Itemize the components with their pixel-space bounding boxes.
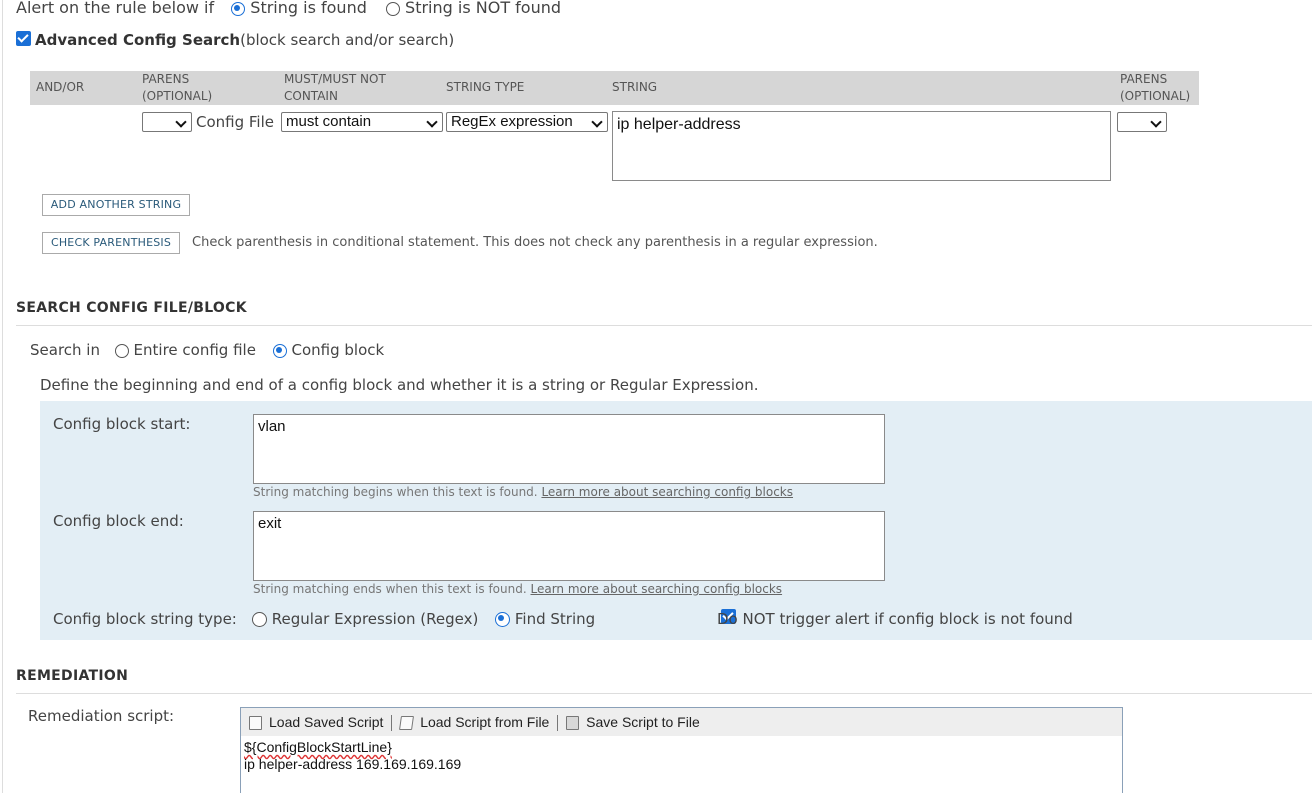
header-string: STRING — [612, 80, 658, 94]
script-textarea[interactable]: ${ConfigBlockStartLine} ip helper-addres… — [241, 736, 1122, 776]
config-block-end-hint: String matching ends when this text is f… — [253, 582, 783, 596]
config-block-end-label: Config block end: — [53, 512, 184, 530]
regex-label: Regular Expression (Regex) — [271, 610, 479, 628]
header-must-line1: MUST/MUST NOT — [284, 72, 386, 86]
save-script-to-file-button[interactable]: Save Script to File — [566, 714, 700, 731]
header-parens-close-line2: (OPTIONAL) — [1120, 89, 1191, 103]
string-type-select[interactable]: RegEx expression — [446, 112, 608, 132]
parens-open-select[interactable] — [142, 112, 192, 132]
search-config-section-title: SEARCH CONFIG FILE/BLOCK — [16, 300, 247, 316]
load-saved-script-button[interactable]: Load Saved Script — [249, 714, 387, 731]
string-found-label: String is found — [250, 0, 367, 17]
config-block-string-type-label: Config block string type: — [53, 610, 237, 628]
string-type-options: Regular Expression (Regex) Find String — [252, 610, 595, 628]
string-not-found-radio[interactable] — [385, 1, 400, 16]
remediation-section-title: REMEDIATION — [16, 668, 129, 684]
no-trigger-label: Do NOT trigger alert if config block is … — [717, 610, 1073, 628]
header-parens-close-line1: PARENS — [1120, 72, 1168, 86]
string-input[interactable]: ip helper-address — [612, 111, 1111, 181]
search-in-row: Search in Entire config file Config bloc… — [30, 341, 384, 359]
advanced-config-title: Advanced Config Search — [35, 31, 241, 49]
chevron-down-icon — [591, 116, 603, 128]
section-divider — [16, 325, 1312, 326]
check-parenthesis-button[interactable]: CHECK PARENTHESIS — [42, 232, 180, 254]
remediation-script-editor: Load Saved Script Load Script from File … — [240, 707, 1123, 793]
header-parens-close: PARENS (OPTIONAL) — [1120, 71, 1190, 105]
config-block-start-label: Config block start: — [53, 415, 191, 433]
chevron-down-icon — [175, 116, 187, 128]
chevron-down-icon — [426, 116, 438, 128]
parens-close-select[interactable] — [1117, 112, 1167, 132]
config-block-label: Config block — [291, 341, 385, 359]
must-contain-select[interactable]: must contain — [281, 112, 443, 132]
string-not-found-label: String is NOT found — [405, 0, 562, 17]
config-block-end-input[interactable]: exit — [253, 511, 885, 581]
header-and-or: AND/OR — [36, 80, 85, 94]
section-divider — [16, 693, 1312, 694]
entire-config-label: Entire config file — [133, 341, 256, 359]
header-parens-open-line1: PARENS — [142, 72, 190, 86]
config-block-description: Define the beginning and end of a config… — [40, 376, 759, 394]
advanced-config-subtitle: (block search and/or search) — [240, 31, 455, 49]
alert-rule-label: Alert on the rule below if — [16, 0, 215, 17]
find-string-label: Find String — [514, 610, 596, 628]
script-line-1: ${ConfigBlockStartLine} — [244, 739, 392, 755]
alert-rule-row: Alert on the rule below if String is fou… — [16, 0, 561, 17]
regex-radio[interactable] — [252, 612, 267, 627]
chevron-down-icon — [1150, 116, 1162, 128]
advanced-config-title-row: Advanced Config Search(block search and/… — [35, 31, 454, 49]
toolbar-separator — [557, 715, 559, 732]
search-in-label: Search in — [30, 341, 100, 359]
page-left-border — [2, 0, 3, 793]
header-parens-open-line2: (OPTIONAL) — [142, 89, 213, 103]
config-block-start-input[interactable]: vlan — [253, 414, 885, 484]
toolbar-separator — [391, 715, 393, 732]
header-parens-open: PARENS (OPTIONAL) — [142, 71, 212, 105]
add-another-string-button[interactable]: ADD ANOTHER STRING — [42, 194, 190, 216]
header-must-line2: CONTAIN — [284, 89, 338, 103]
header-must-contain: MUST/MUST NOT CONTAIN — [284, 71, 386, 105]
script-line-2: ip helper-address 169.169.169.169 — [244, 756, 462, 772]
learn-more-link[interactable]: Learn more about searching config blocks — [531, 582, 783, 596]
config-file-label: Config File — [196, 113, 274, 131]
advanced-config-checkbox[interactable] — [16, 31, 31, 46]
string-found-radio[interactable] — [231, 1, 246, 16]
entire-config-radio[interactable] — [114, 343, 129, 358]
remediation-script-label: Remediation script: — [28, 707, 175, 725]
save-disk-icon — [566, 716, 580, 731]
script-toolbar: Load Saved Script Load Script from File … — [241, 708, 1122, 736]
load-script-from-file-button[interactable]: Load Script from File — [399, 714, 553, 731]
config-block-radio[interactable] — [272, 343, 287, 358]
open-file-icon — [399, 716, 415, 731]
header-string-type: STRING TYPE — [446, 80, 525, 94]
find-string-radio[interactable] — [495, 612, 511, 627]
learn-more-link[interactable]: Learn more about searching config blocks — [541, 485, 793, 499]
config-block-start-hint: String matching begins when this text is… — [253, 485, 794, 499]
document-icon — [249, 716, 262, 731]
check-parenthesis-hint: Check parenthesis in conditional stateme… — [192, 235, 878, 250]
